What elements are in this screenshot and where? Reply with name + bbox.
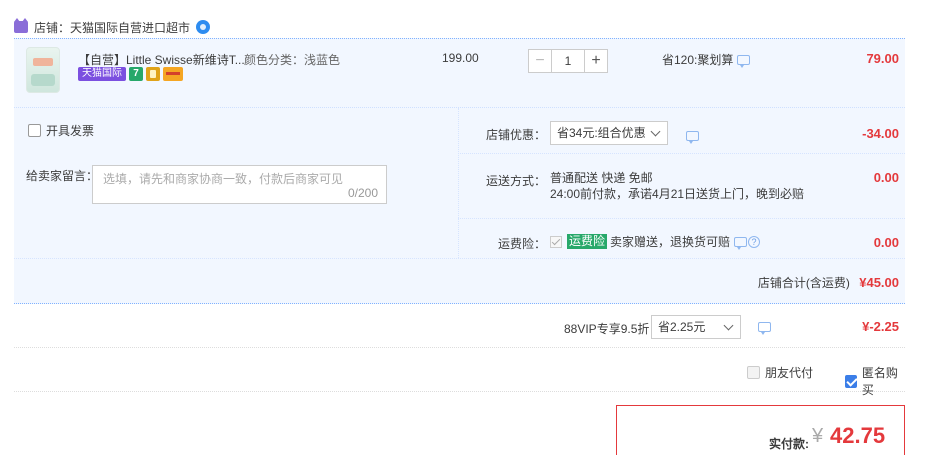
gold-service-icon	[146, 67, 160, 81]
message-icon[interactable]	[758, 322, 771, 335]
insurance-option: 运费险 卖家赠送，退换货可赔 ?	[550, 233, 761, 250]
insurance-text: 卖家赠送，退换货可赔	[610, 235, 731, 249]
coupon-select-value: 省34元:组合优惠	[557, 126, 646, 140]
item-row: 【自营】Little Swisse新维诗T... 颜色分类：浅蓝色 天猫国际 7…	[14, 38, 905, 108]
total-label: 实付款:	[769, 437, 809, 451]
order-confirm-page: 店铺：天猫国际自营进口超市 【自营】Little Swisse新维诗T... 颜…	[0, 0, 936, 455]
coupon-select[interactable]: 省34元:组合优惠	[550, 121, 668, 145]
insurance-label: 运费险：	[497, 237, 546, 251]
product-badges: 天猫国际 7	[78, 67, 183, 81]
divider	[458, 108, 459, 258]
order-options: 开具发票 给卖家留言： 0/200 店铺优惠： 省34元:组合优惠 -34.00…	[14, 108, 905, 304]
friend-pay-checkbox[interactable]	[747, 366, 760, 379]
shop-name[interactable]: 店铺：天猫国际自营进口超市	[34, 19, 190, 36]
friend-pay-option[interactable]: 朋友代付	[747, 364, 813, 381]
quantity-minus-button[interactable]: −	[528, 49, 552, 73]
coupon-amount: -34.00	[862, 126, 899, 141]
discount-note-text: 省120:聚划算	[662, 53, 734, 67]
vip-discount-row: 88VIP专享9.5折 省2.25元 ¥-2.25	[14, 305, 905, 348]
message-icon[interactable]	[686, 130, 699, 144]
message-char-count: 0/200	[347, 186, 378, 200]
total-amount: 42.75	[830, 423, 886, 448]
discount-note: 省120:聚划算	[662, 51, 751, 68]
message-icon[interactable]	[737, 54, 751, 68]
total-payment-box: 实付款: ¥ 42.75	[616, 405, 905, 455]
invoice-label: 开具发票	[46, 124, 95, 138]
seller-message-box[interactable]: 0/200	[92, 165, 387, 204]
tmall-global-badge: 天猫国际	[78, 67, 126, 81]
help-icon[interactable]: ?	[748, 235, 761, 248]
friend-pay-label: 朋友代付	[765, 366, 814, 380]
anonymous-buy-option[interactable]: 匿名购买	[845, 364, 905, 398]
insurance-checkbox	[550, 235, 562, 248]
shipping-promise: 24:00前付款，承诺4月21日送货上门，晚到必赔	[550, 187, 805, 201]
divider	[14, 258, 905, 259]
product-title[interactable]: 【自营】Little Swisse新维诗T...	[78, 51, 245, 68]
chat-icon[interactable]	[196, 20, 211, 34]
invoice-option[interactable]: 开具发票	[28, 122, 94, 139]
credit-card-icon	[163, 67, 183, 81]
shop-total-label: 店铺合计(含运费)	[757, 276, 850, 290]
vip-select-value: 省2.25元	[658, 320, 706, 334]
quantity-plus-button[interactable]: +	[584, 49, 608, 73]
divider	[458, 153, 905, 154]
chevron-down-icon	[723, 320, 734, 331]
vip-label: 88VIP专享9.5折	[564, 322, 650, 336]
vip-discount-select[interactable]: 省2.25元	[651, 315, 741, 339]
unit-price: 199.00	[442, 51, 479, 65]
shipping-method: 普通配送 快递 免邮	[550, 171, 653, 185]
shipping-amount: 0.00	[873, 170, 899, 185]
product-thumbnail[interactable]	[26, 47, 60, 93]
shop-header: 店铺：天猫国际自营进口超市	[14, 16, 211, 38]
divider	[458, 218, 905, 219]
anonymous-buy-checkbox[interactable]	[845, 374, 857, 388]
item-total: 79.00	[866, 51, 899, 66]
seller-message-input[interactable]	[93, 166, 386, 192]
message-label: 给卖家留言：	[26, 169, 99, 183]
product-sku: 颜色分类：浅蓝色	[244, 53, 341, 67]
vip-amount: ¥-2.25	[862, 319, 899, 334]
pay-options-row: 朋友代付 匿名购买	[14, 349, 905, 397]
seven-day-return-badge: 7	[129, 67, 143, 81]
total-currency: ¥	[812, 425, 824, 447]
quantity-stepper: − 1 +	[528, 49, 608, 73]
shop-icon	[14, 18, 28, 33]
coupon-label: 店铺优惠：	[485, 128, 546, 142]
anonymous-buy-label: 匿名购买	[861, 366, 898, 397]
chevron-down-icon	[650, 126, 661, 137]
insurance-badge: 运费险	[567, 234, 608, 249]
insurance-amount: 0.00	[873, 235, 899, 250]
message-icon[interactable]	[734, 236, 748, 250]
shipping-label: 运送方式：	[485, 174, 546, 188]
quantity-input[interactable]: 1	[552, 49, 584, 73]
shipping-details: 普通配送 快递 免邮 24:00前付款，承诺4月21日送货上门，晚到必赔	[550, 170, 804, 202]
invoice-checkbox[interactable]	[28, 124, 41, 137]
shop-total: 店铺合计(含运费) ¥45.00	[758, 274, 899, 291]
shop-total-amount: ¥45.00	[859, 275, 899, 290]
